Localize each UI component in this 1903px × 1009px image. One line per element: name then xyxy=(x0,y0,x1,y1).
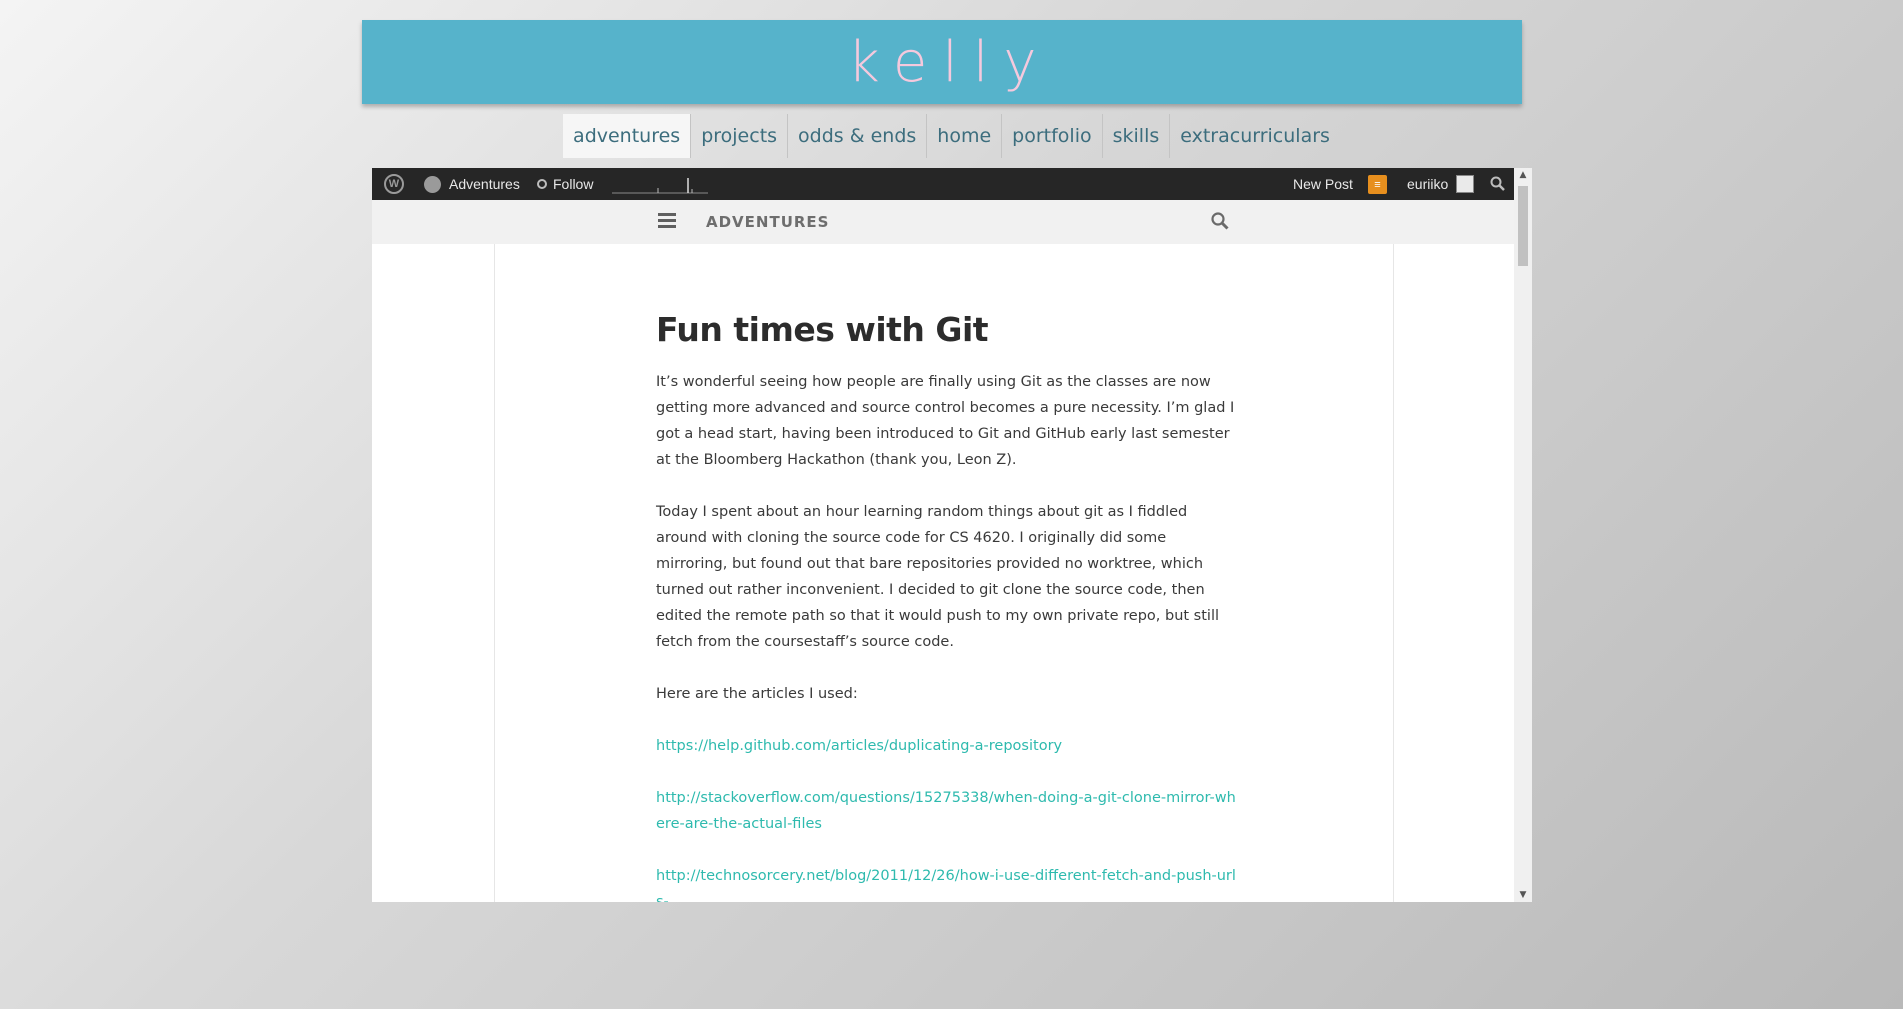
frame-scrollbar[interactable]: ▲ ▼ xyxy=(1514,168,1532,902)
post-paragraph: It’s wonderful seeing how people are fin… xyxy=(656,374,1235,468)
blog-header: ADVENTURES xyxy=(372,200,1514,244)
post-content-area: Fun times with Git It’s wonderful seeing… xyxy=(494,244,1394,902)
scroll-down-icon[interactable]: ▼ xyxy=(1514,890,1532,900)
post-link[interactable]: http://stackoverflow.com/questions/15275… xyxy=(656,790,1236,832)
stats-sparkline-chart xyxy=(612,178,708,194)
site-nav: adventures projects odds & ends home por… xyxy=(0,114,1903,158)
follow-label: Follow xyxy=(553,176,594,192)
site-header: kelly xyxy=(362,20,1522,104)
follow-icon xyxy=(537,179,547,189)
stats-sparkline[interactable] xyxy=(612,172,708,196)
nav-item-extracurriculars[interactable]: extracurriculars xyxy=(1170,114,1340,158)
nav-item-projects[interactable]: projects xyxy=(691,114,789,158)
site-title[interactable]: kelly xyxy=(832,30,1051,95)
nav-item-adventures[interactable]: adventures xyxy=(563,114,692,158)
post-link[interactable]: https://help.github.com/articles/duplica… xyxy=(656,738,1062,754)
search-icon xyxy=(1211,212,1229,230)
my-sites-menu[interactable]: Adventures xyxy=(424,168,520,200)
wordpress-icon: W xyxy=(384,174,404,194)
post-paragraph: Here are the articles I used: xyxy=(656,686,858,702)
post-link[interactable]: http://technosorcery.net/blog/2011/12/26… xyxy=(656,868,1236,902)
new-post-button[interactable]: New Post xyxy=(1293,168,1353,200)
user-menu[interactable]: euriiko xyxy=(1407,168,1475,200)
avatar xyxy=(1456,175,1475,193)
globe-icon xyxy=(424,175,441,193)
scrollbar-thumb[interactable] xyxy=(1518,186,1528,266)
post-paragraph: Today I spent about an hour learning ran… xyxy=(656,504,1220,650)
nav-item-skills[interactable]: skills xyxy=(1103,114,1171,158)
wordpress-menu[interactable]: W xyxy=(378,168,410,200)
notifications-icon[interactable]: ≡ xyxy=(1368,175,1387,194)
embedded-blog-frame: W Adventures Follow New Post ≡ euriiko A… xyxy=(372,168,1532,902)
post-article: Fun times with Git It’s wonderful seeing… xyxy=(656,244,1241,902)
nav-item-odds-and-ends[interactable]: odds & ends xyxy=(788,114,928,158)
blog-search-button[interactable] xyxy=(1210,211,1230,235)
menu-icon[interactable] xyxy=(658,213,676,231)
admin-search-button[interactable] xyxy=(1490,168,1506,200)
admin-site-name: Adventures xyxy=(449,176,520,192)
blog-name[interactable]: ADVENTURES xyxy=(706,213,829,231)
scroll-up-icon[interactable]: ▲ xyxy=(1514,170,1532,180)
username: euriiko xyxy=(1407,176,1449,192)
admin-bar: W Adventures Follow New Post ≡ euriiko xyxy=(372,168,1514,200)
nav-item-portfolio[interactable]: portfolio xyxy=(1002,114,1103,158)
nav-item-home[interactable]: home xyxy=(927,114,1003,158)
search-icon xyxy=(1490,176,1505,191)
post-title[interactable]: Fun times with Git xyxy=(656,244,1241,349)
follow-button[interactable]: Follow xyxy=(537,168,593,200)
